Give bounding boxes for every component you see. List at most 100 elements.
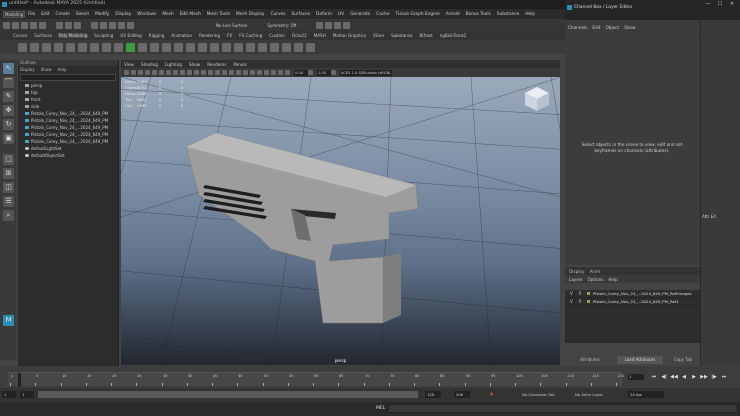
viewport-menu-shading[interactable]: Shading <box>141 62 158 67</box>
shelf-tab-fx[interactable]: FX <box>226 33 233 38</box>
outliner-item[interactable]: side <box>18 103 118 110</box>
shelf-tab-sculpting[interactable]: Sculpting <box>93 33 114 38</box>
select-component-icon[interactable] <box>74 21 81 29</box>
viewport-menu-show[interactable]: Show <box>189 62 200 67</box>
menu-substance[interactable]: Substance <box>497 12 519 17</box>
maya-home-icon[interactable]: M <box>3 315 14 326</box>
outliner-item[interactable]: Pistolo_Corey_Nov_24_...2024_649_PM <box>18 110 118 117</box>
time-slider[interactable]: 1 5 10 15 20 25 30 35 40 45 50 55 60 65 70 75 80 85 90 95 10… <box>0 366 740 388</box>
play-backwards-icon[interactable]: ◀ <box>680 374 688 380</box>
menu-generate[interactable]: Generate <box>350 12 370 17</box>
poly-disc-icon[interactable] <box>102 42 111 52</box>
scale-tool-icon[interactable]: ▣ <box>3 133 14 144</box>
extrude-icon[interactable] <box>198 42 207 52</box>
xray-icon[interactable] <box>264 70 269 75</box>
combine-icon[interactable] <box>138 42 147 52</box>
paint-select-icon[interactable]: ✎ <box>3 91 14 102</box>
animation-end-field[interactable]: 200 <box>454 391 470 398</box>
single-view-icon[interactable]: □ <box>3 154 14 165</box>
load-attributes-button[interactable]: Load Attributes <box>617 356 663 364</box>
xray-joints-icon[interactable] <box>271 70 276 75</box>
outliner-item[interactable]: defaultObjectSet <box>18 152 118 159</box>
live-surface-field[interactable]: No Live Surface <box>216 23 247 28</box>
viewport-menu-panels[interactable]: Panels <box>233 62 246 67</box>
shelf-tab-ngskintools2[interactable]: ngSkinTools2 <box>439 33 468 38</box>
move-tool-icon[interactable]: ✥ <box>3 105 14 116</box>
poly-sphere-icon[interactable] <box>30 42 39 52</box>
symmetry-dropdown[interactable]: Symmetry: Off <box>267 23 296 28</box>
shelf-tab-surfaces[interactable]: Surfaces <box>33 33 53 38</box>
quad-draw-icon[interactable] <box>270 42 279 52</box>
viewport-menu-lighting[interactable]: Lighting <box>165 62 182 67</box>
menu-arnold[interactable]: Arnold <box>446 12 460 17</box>
film-gate-icon[interactable] <box>159 70 164 75</box>
field-chart-icon[interactable] <box>180 70 185 75</box>
snap-point-icon[interactable] <box>109 21 116 29</box>
shelf-tab-bifrost[interactable]: Bifrost <box>419 33 434 38</box>
play-forwards-icon[interactable]: ▶ <box>690 374 698 380</box>
menu-set-dropdown[interactable]: Modeling <box>3 10 25 18</box>
rotate-tool-icon[interactable]: ↻ <box>3 119 14 130</box>
menu-mesh-tools[interactable]: Mesh Tools <box>207 12 230 17</box>
isolate-select-icon[interactable] <box>257 70 262 75</box>
poly-cylinder-icon[interactable] <box>54 42 63 52</box>
layer-menu-help[interactable]: Help <box>608 277 617 282</box>
bevel-icon[interactable] <box>222 42 231 52</box>
current-time-indicator[interactable] <box>18 373 21 387</box>
gamma-field[interactable]: 1.00 <box>317 69 331 76</box>
shelf-gear-icon[interactable] <box>18 42 27 52</box>
menu-bonus-tools[interactable]: Bonus Tools <box>466 12 491 17</box>
open-scene-icon[interactable] <box>12 21 19 29</box>
viewport-menu-renderer[interactable]: Renderer <box>207 62 226 67</box>
menu-modify[interactable]: Modify <box>95 12 109 17</box>
outliner-item[interactable]: defaultLightSet <box>18 145 118 152</box>
menu-windows[interactable]: Windows <box>137 12 156 17</box>
layer-menu-layers[interactable]: Layers <box>569 277 583 282</box>
render-frame-icon[interactable] <box>316 21 324 29</box>
boolean-icon[interactable] <box>174 42 183 52</box>
step-back-frame-icon[interactable]: ◀◀ <box>670 374 678 380</box>
view-transform-dropdown[interactable]: ACES 1.0 SDR-video (sRGB) <box>340 69 392 76</box>
channel-menu-object[interactable]: Object <box>605 25 619 30</box>
poly-torus-icon[interactable] <box>78 42 87 52</box>
camera-attributes-icon[interactable] <box>131 70 136 75</box>
minimize-icon[interactable]: — <box>702 0 714 9</box>
menu-edit-mesh[interactable]: Edit Mesh <box>180 12 201 17</box>
time-slider-track[interactable]: 1 5 10 15 20 25 30 35 40 45 50 55 60 65 70 75 80 85 90 95 10… <box>8 372 624 387</box>
shelf-tab-xgen[interactable]: XGen <box>372 33 385 38</box>
image-plane-icon[interactable] <box>145 70 150 75</box>
channel-menu-channels[interactable]: Channels <box>568 25 587 30</box>
layer-visibility-toggle[interactable]: V <box>570 299 573 304</box>
menu-tissue-graph-engine[interactable]: Tissue Graph Engine <box>396 12 440 17</box>
step-forward-key-icon[interactable]: |▶ <box>710 374 718 380</box>
menu-select[interactable]: Select <box>76 12 89 17</box>
step-forward-frame-icon[interactable]: ▶▶ <box>700 374 708 380</box>
layer-tab-display[interactable]: Display <box>569 269 584 274</box>
shelf-tab-curves[interactable]: Curves <box>12 33 28 38</box>
viewport-menu-view[interactable]: View <box>124 62 134 67</box>
menu-curves[interactable]: Curves <box>270 12 285 17</box>
fps-dropdown[interactable]: 24 fps <box>628 391 664 398</box>
layer-playback-toggle[interactable]: P <box>579 299 581 304</box>
menu-edit[interactable]: Edit <box>41 12 49 17</box>
shelf-tab-motion-graphics[interactable]: Motion Graphics <box>332 33 367 38</box>
exposure-field[interactable]: 0.00 <box>294 69 308 76</box>
outliner-item[interactable]: Pistolo_Corey_Nov_24_...2024_649_PM <box>18 138 118 145</box>
menu-display[interactable]: Display <box>115 12 131 17</box>
multi-cut-icon[interactable] <box>246 42 255 52</box>
lasso-tool-icon[interactable]: ⌒ <box>3 77 14 88</box>
shadows-icon[interactable] <box>229 70 234 75</box>
motion-blur-icon[interactable] <box>243 70 248 75</box>
poly-cube-icon[interactable] <box>42 42 51 52</box>
anim-layer-dropdown[interactable]: No Anim Layer <box>575 392 603 397</box>
new-scene-icon[interactable] <box>3 21 10 29</box>
gate-mask-icon[interactable] <box>173 70 178 75</box>
attribute-editor-tab[interactable]: Attr Ed <box>702 214 716 219</box>
channel-menu-edit[interactable]: Edit <box>592 25 600 30</box>
menu-deform[interactable]: Deform <box>316 12 332 17</box>
outliner-menu-show[interactable]: Show <box>41 67 52 72</box>
smooth-icon[interactable] <box>162 42 171 52</box>
menu-mesh-display[interactable]: Mesh Display <box>236 12 265 17</box>
outliner-item[interactable]: Pistolo_Corey_Nov_24_...2024_649_PM <box>18 131 118 138</box>
ipr-render-icon[interactable] <box>325 21 333 29</box>
